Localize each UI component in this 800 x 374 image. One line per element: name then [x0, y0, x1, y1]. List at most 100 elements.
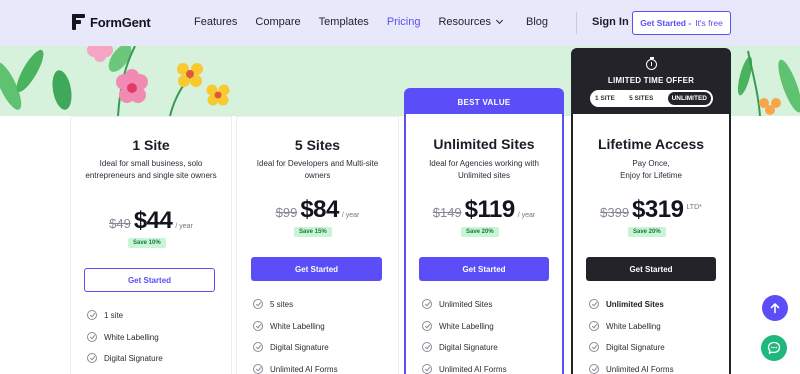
chat-button[interactable] [761, 335, 787, 361]
limited-offer-banner: LIMITED TIME OFFER 1 SITE 5 SITES UNLIMI… [573, 50, 729, 114]
sign-in-link[interactable]: Sign In [592, 16, 629, 28]
plan-card-5-sites: 5 Sites Ideal for Developers and Multi-s… [236, 116, 399, 374]
feature-item: White Labelling [253, 321, 325, 331]
feature-label: Digital Signature [270, 342, 329, 352]
price-period: / year [517, 212, 536, 219]
save-badge: Save 20% [461, 227, 499, 237]
check-circle-icon [422, 364, 432, 374]
nav-divider [576, 12, 577, 34]
plan-card-1-site: 1 Site Ideal for small business, solo en… [70, 116, 232, 374]
feature-item: White Labelling [87, 332, 159, 342]
feature-item: Unlimited AI Forms [253, 364, 338, 374]
old-price: $399 [600, 205, 630, 220]
get-started-button[interactable]: Get Started [84, 268, 215, 292]
feature-item: Unlimited AI Forms [589, 364, 674, 374]
old-price: $49 [109, 216, 131, 231]
feature-label: White Labelling [439, 321, 494, 331]
nav-features[interactable]: Features [194, 16, 237, 28]
feature-item: Unlimited Sites [589, 299, 664, 309]
nav-resources-label: Resources [438, 16, 492, 28]
check-circle-icon [589, 299, 599, 309]
feature-item: Digital Signature [87, 353, 163, 363]
feature-label: Unlimited AI Forms [270, 364, 338, 374]
site-count-toggle: 1 SITE 5 SITES UNLIMITED [590, 90, 713, 107]
plan-description: Ideal for small business, solo entrepren… [85, 159, 217, 180]
plan-price: $149 $119 / year [406, 196, 562, 224]
feature-item: White Labelling [589, 321, 661, 331]
current-price: $119 [464, 196, 516, 223]
arrow-up-icon [770, 303, 780, 314]
nav-resources[interactable]: Resources [438, 16, 504, 28]
stopwatch-icon [646, 57, 657, 70]
check-circle-icon [422, 321, 432, 331]
plan-card-lifetime-access: LIMITED TIME OFFER 1 SITE 5 SITES UNLIMI… [571, 48, 731, 374]
current-price: $319 [632, 196, 684, 223]
old-price: $99 [275, 205, 298, 220]
check-circle-icon [589, 321, 599, 331]
scroll-to-top-button[interactable] [762, 295, 788, 321]
check-circle-icon [87, 353, 97, 363]
feature-label: White Labelling [270, 321, 325, 331]
get-started-nav-note: It's free [695, 18, 723, 28]
feature-label: Digital Signature [606, 342, 665, 352]
current-price: $44 [133, 207, 173, 234]
nav-compare[interactable]: Compare [255, 16, 300, 28]
save-badge: Save 10% [128, 238, 166, 248]
nav-pricing[interactable]: Pricing [387, 16, 421, 28]
get-started-button[interactable]: Get Started [586, 257, 716, 281]
save-badge: Save 15% [294, 227, 332, 237]
check-circle-icon [253, 299, 263, 309]
feature-item: Digital Signature [253, 342, 329, 352]
best-value-badge: BEST VALUE [406, 90, 562, 114]
check-circle-icon [422, 299, 432, 309]
feature-item: Unlimited AI Forms [422, 364, 507, 374]
chat-bubble-icon [767, 341, 781, 354]
check-circle-icon [589, 364, 599, 374]
get-started-button[interactable]: Get Started [419, 257, 549, 281]
check-circle-icon [589, 342, 599, 352]
plan-card-unlimited-sites: BEST VALUE Unlimited Sites Ideal for Age… [404, 88, 564, 374]
save-badge: Save 20% [628, 227, 666, 237]
get-started-nav-label: Get Started - [640, 18, 692, 28]
feature-label: White Labelling [606, 321, 661, 331]
current-price: $84 [300, 196, 339, 223]
price-period: / year [175, 223, 193, 230]
plan-title: 1 Site [132, 137, 170, 153]
plan-price: $399 $319 LTD* [573, 196, 729, 224]
limited-offer-label: LIMITED TIME OFFER [607, 76, 695, 85]
plan-price: $99 $84 / year [237, 196, 398, 224]
old-price: $149 [432, 205, 462, 220]
logo[interactable]: FormGent [72, 14, 151, 30]
feature-item: 5 sites [253, 299, 293, 309]
check-circle-icon [87, 332, 97, 342]
plan-title: 5 Sites [294, 137, 341, 153]
segment-5-sites[interactable]: 5 SITES [629, 95, 653, 102]
feature-item: Digital Signature [589, 342, 665, 352]
plan-description-line-1: Pay Once, [632, 159, 670, 168]
check-circle-icon [87, 310, 97, 320]
feature-label: Unlimited AI Forms [606, 364, 674, 374]
get-started-button[interactable]: Get Started [251, 257, 382, 281]
plan-description: Ideal for Agencies working with Unlimite… [429, 159, 539, 180]
check-circle-icon [253, 321, 263, 331]
formgent-logo-icon [72, 14, 85, 30]
segment-1-site[interactable]: 1 SITE [595, 95, 615, 102]
nav-templates[interactable]: Templates [319, 16, 369, 28]
main-menu: Features Compare Templates Pricing Resou… [194, 16, 548, 28]
plan-price: $49 $44 / year [71, 207, 231, 235]
feature-label: 5 sites [270, 299, 294, 309]
feature-label: Unlimited AI Forms [439, 364, 507, 374]
feature-item: Digital Signature [422, 342, 498, 352]
segment-unlimited[interactable]: UNLIMITED [667, 92, 711, 105]
plan-description-line-2: Enjoy for Lifetime [620, 170, 682, 180]
feature-label: Unlimited Sites [606, 299, 664, 309]
feature-item: White Labelling [422, 321, 494, 331]
plan-description: Pay Once, Enjoy for Lifetime [583, 158, 719, 181]
feature-item: Unlimited Sites [422, 299, 492, 309]
feature-label: White Labelling [104, 332, 159, 342]
price-period: / year [341, 212, 360, 219]
price-period: LTD* [686, 204, 702, 211]
get-started-nav-button[interactable]: Get Started - It's free [632, 11, 731, 35]
chevron-down-icon [495, 16, 504, 25]
nav-blog[interactable]: Blog [526, 16, 548, 28]
